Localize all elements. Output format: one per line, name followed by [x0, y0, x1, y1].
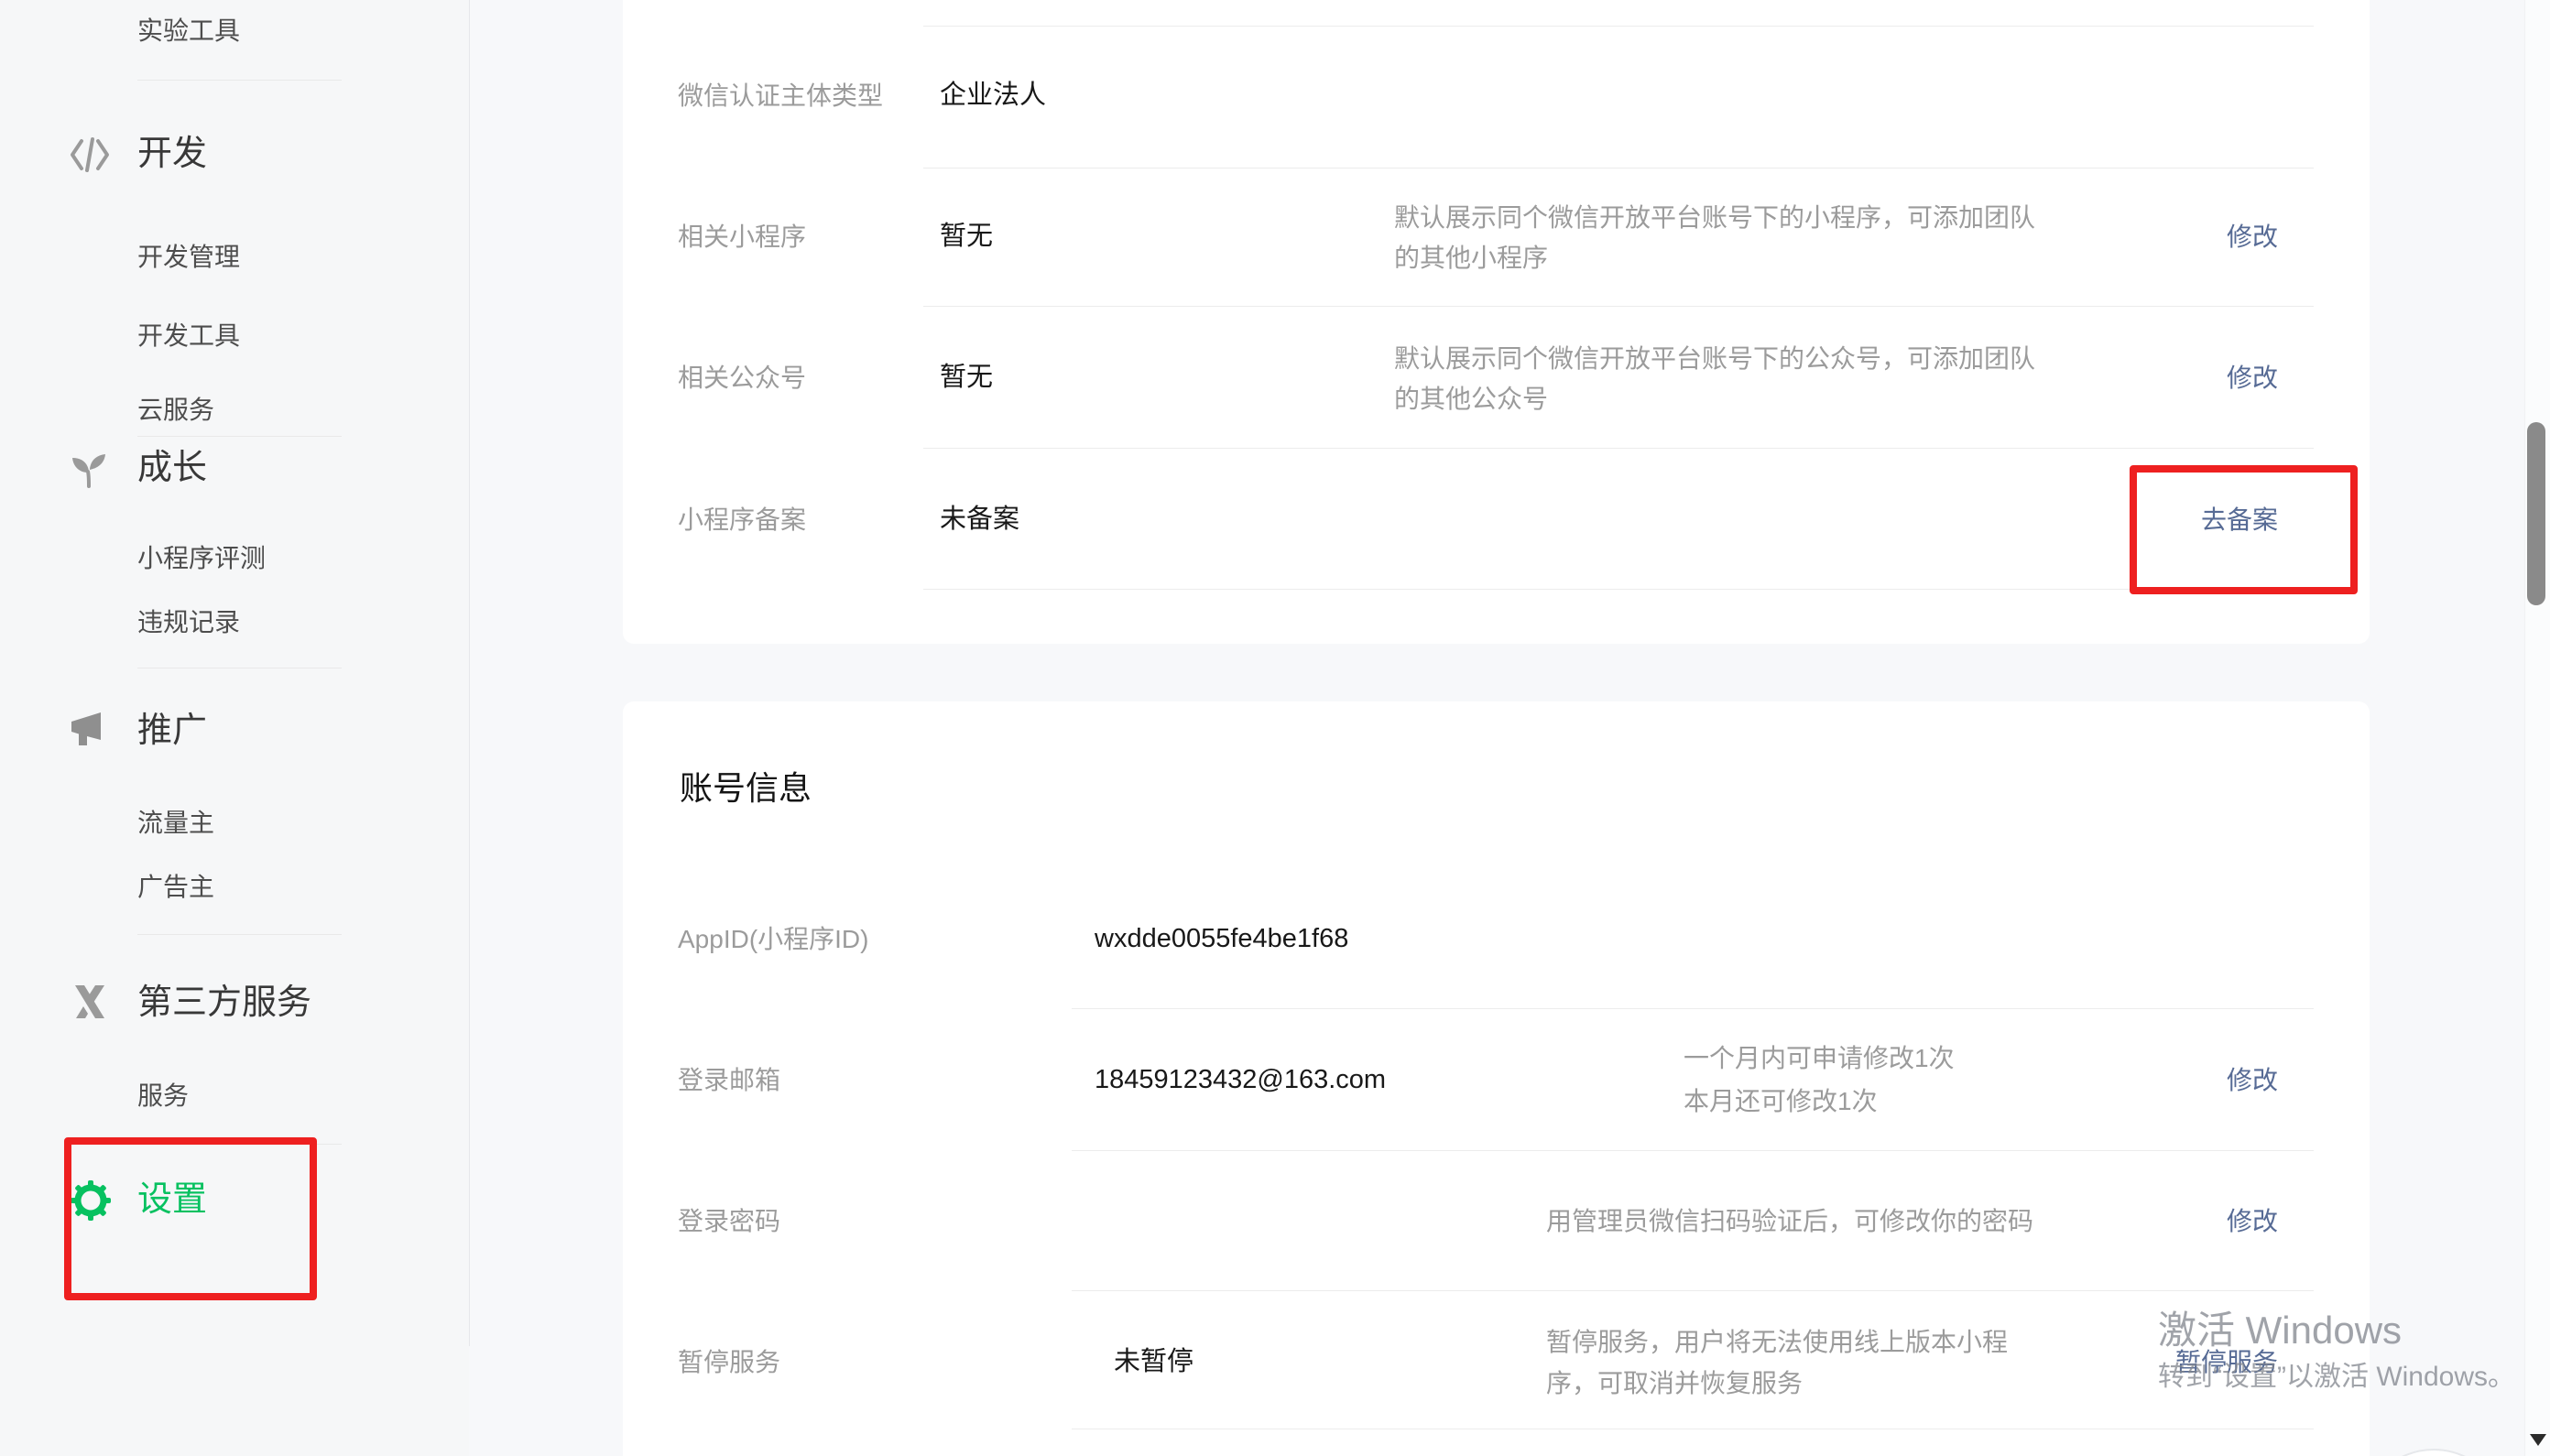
row-divider — [1072, 1150, 2314, 1151]
scrollbar-track[interactable] — [2524, 0, 2550, 1456]
wechat-miniprogram-settings-page: 实验工具 开发 开发管理 开发工具 云服务 成长 小程序评测 违规记录 — [0, 0, 2550, 1456]
sidebar-item-advertiser[interactable]: 广告主 — [137, 872, 214, 903]
row-label-miniprogram-filing: 小程序备案 — [678, 506, 806, 534]
row-desc-line: 用管理员微信扫码验证后，可修改你的密码 — [1546, 1208, 2033, 1235]
row-divider — [923, 589, 2314, 590]
row-value-related-official-accounts: 暂无 — [940, 363, 993, 392]
modify-login-password-link[interactable]: 修改 — [2227, 1208, 2278, 1235]
megaphone-icon — [68, 711, 112, 753]
row-divider — [923, 306, 2314, 307]
sidebar-section-thirdparty[interactable]: 第三方服务 — [137, 982, 311, 1024]
sidebar-divider — [137, 934, 342, 935]
sidebar-right-border — [469, 0, 470, 1346]
account-info-title: 账号信息 — [680, 769, 812, 808]
row-value-related-miniprograms: 暂无 — [940, 222, 993, 251]
gear-icon — [70, 1179, 114, 1222]
profile-info-card: 微信认证主体类型 企业法人 相关小程序 暂无 默认展示同个微信开放平台账号下的小… — [623, 0, 2370, 644]
sidebar-item-traffic-owner[interactable]: 流量主 — [137, 808, 214, 839]
row-value-cert-subject-type: 企业法人 — [940, 81, 1046, 110]
row-desc-line: 一个月内可申请修改1次 — [1684, 1045, 1955, 1072]
sidebar-item-violation-records[interactable]: 违规记录 — [137, 607, 240, 638]
sidebar-divider — [137, 1144, 342, 1145]
row-label-login-email: 登录邮箱 — [678, 1067, 780, 1094]
row-desc-line: 暂停服务，用户将无法使用线上版本小程 — [1546, 1329, 2008, 1356]
row-divider — [923, 26, 2314, 27]
row-value-appid: wxdde0055fe4be1f68 — [1095, 924, 1348, 953]
row-desc-line: 序，可取消并恢复服务 — [1546, 1370, 1803, 1397]
sprout-icon — [68, 448, 112, 490]
row-divider — [1072, 1290, 2314, 1291]
sidebar-item-dev-tools[interactable]: 开发工具 — [137, 321, 240, 352]
row-label-related-miniprograms: 相关小程序 — [678, 223, 806, 251]
scrollbar-thumb[interactable] — [2527, 422, 2545, 605]
sidebar: 实验工具 开发 开发管理 开发工具 云服务 成长 小程序评测 违规记录 — [0, 0, 469, 1456]
modify-login-email-link[interactable]: 修改 — [2227, 1067, 2278, 1094]
sidebar-section-development[interactable]: 开发 — [137, 133, 207, 175]
sidebar-divider — [137, 80, 342, 81]
sidebar-item-miniprogram-review[interactable]: 小程序评测 — [137, 543, 266, 574]
account-info-card: 账号信息 AppID(小程序ID) wxdde0055fe4be1f68 登录邮… — [623, 701, 2370, 1456]
sidebar-section-growth[interactable]: 成长 — [137, 447, 207, 489]
row-label-login-password: 登录密码 — [678, 1208, 780, 1235]
row-desc-line: 的其他小程序 — [1394, 244, 1548, 272]
row-desc-line: 本月还可修改1次 — [1684, 1088, 1878, 1115]
code-icon — [68, 134, 112, 176]
sidebar-item-cloud-service[interactable]: 云服务 — [137, 395, 214, 426]
sidebar-section-settings[interactable]: 设置 — [137, 1179, 207, 1221]
sidebar-item-dev-manage[interactable]: 开发管理 — [137, 242, 240, 273]
row-desc-line: 默认展示同个微信开放平台账号下的公众号，可添加团队 — [1394, 345, 2035, 373]
row-value-login-email: 18459123432@163.com — [1095, 1065, 1386, 1094]
modify-related-miniprograms-link[interactable]: 修改 — [2227, 223, 2278, 251]
floating-bubble[interactable] — [2360, 1449, 2507, 1456]
x-brand-icon — [68, 983, 112, 1025]
sidebar-item-experiment-tools[interactable]: 实验工具 — [137, 16, 240, 47]
row-value-miniprogram-filing: 未备案 — [940, 505, 1019, 534]
modify-related-official-accounts-link[interactable]: 修改 — [2227, 364, 2278, 392]
row-desc-line: 默认展示同个微信开放平台账号下的小程序，可添加团队 — [1394, 204, 2035, 232]
row-label-appid: AppID(小程序ID) — [678, 926, 868, 953]
row-divider — [1072, 1008, 2314, 1009]
row-divider — [923, 448, 2314, 449]
row-label-cert-subject-type: 微信认证主体类型 — [678, 82, 883, 110]
suspend-service-link[interactable]: 暂停服务 — [2175, 1349, 2278, 1376]
go-filing-link[interactable]: 去备案 — [2201, 506, 2278, 534]
sidebar-section-promotion[interactable]: 推广 — [137, 710, 207, 752]
sidebar-item-service[interactable]: 服务 — [137, 1081, 189, 1112]
row-label-suspend-service: 暂停服务 — [678, 1349, 780, 1376]
row-label-related-official-accounts: 相关公众号 — [678, 364, 806, 392]
row-value-suspend-service: 未暂停 — [1114, 1347, 1193, 1376]
sidebar-divider — [137, 436, 342, 437]
row-desc-line: 的其他公众号 — [1394, 386, 1548, 413]
scrollbar-down-arrow-icon[interactable] — [2530, 1434, 2546, 1446]
